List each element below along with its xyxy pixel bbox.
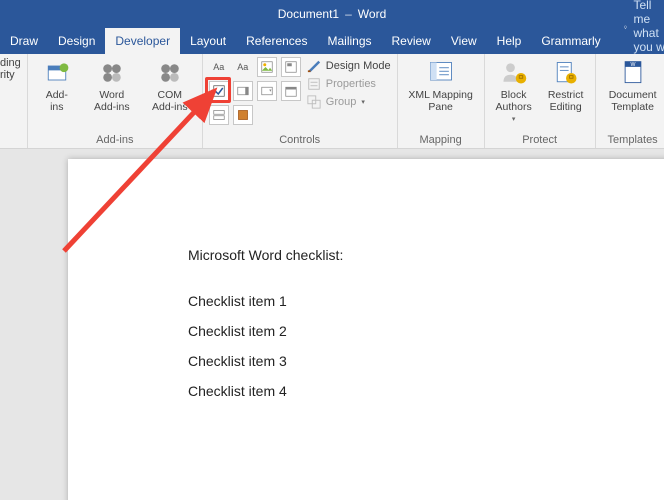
legacy-tools-icon[interactable]: [233, 105, 253, 125]
xml-mapping-label: XML Mapping Pane: [408, 89, 472, 113]
app-name: Word: [358, 7, 386, 21]
document-body[interactable]: Microsoft Word checklist: Checklist item…: [188, 247, 648, 399]
tab-review[interactable]: Review: [382, 28, 441, 54]
com-addins-label: COM Add-ins: [152, 89, 188, 113]
group-protect: Block Authors ▾ Restrict Editing Protect: [485, 54, 596, 148]
tell-me-label: Tell me what you w: [633, 0, 664, 54]
properties-icon: [307, 77, 321, 91]
group-controls-label: Controls: [209, 132, 391, 146]
tab-layout[interactable]: Layout: [180, 28, 236, 54]
repeating-control-icon[interactable]: [209, 105, 229, 125]
ribbon: ding rity Add- ins Word Add-ins COM Add-…: [0, 54, 664, 149]
chevron-down-icon: ▾: [512, 115, 516, 123]
ribbon-tabs: Draw Design Developer Layout References …: [0, 28, 664, 54]
group-addins: Add- ins Word Add-ins COM Add-ins Add-in…: [28, 54, 203, 148]
group-code-partial: ding rity: [0, 54, 28, 148]
group-mapping-label: Mapping: [404, 132, 478, 146]
group-templates-label: Templates: [602, 132, 664, 146]
building-block-control-icon[interactable]: [281, 57, 301, 77]
tab-developer[interactable]: Developer: [105, 28, 180, 54]
com-addins-button[interactable]: COM Add-ins: [144, 57, 196, 113]
group-addins-label: Add-ins: [34, 132, 196, 146]
tab-draw[interactable]: Draw: [0, 28, 48, 54]
list-item[interactable]: Checklist item 3: [188, 353, 648, 369]
svg-text:W: W: [630, 62, 635, 68]
group-controls: Aa Aa Design Mode Properties: [203, 54, 398, 148]
partial-line2: rity: [0, 69, 21, 81]
group-code-label: [0, 132, 21, 146]
list-item[interactable]: Checklist item 4: [188, 383, 648, 399]
group-templates: W Document Template Templates: [596, 54, 664, 148]
tab-grammarly[interactable]: Grammarly: [531, 28, 610, 54]
document-template-label: Document Template: [609, 89, 657, 113]
restrict-editing-button[interactable]: Restrict Editing: [543, 57, 589, 123]
document-template-button[interactable]: W Document Template: [602, 57, 664, 113]
picture-control-icon[interactable]: [257, 57, 277, 77]
addins-label: Add- ins: [46, 89, 68, 113]
tab-design[interactable]: Design: [48, 28, 105, 54]
lightbulb-icon: [623, 19, 628, 33]
xml-mapping-icon: [427, 59, 455, 87]
design-mode-button[interactable]: Design Mode: [307, 59, 391, 73]
properties-label: Properties: [326, 78, 376, 90]
title-separator: –: [345, 7, 352, 21]
group-button[interactable]: Group ▾: [307, 95, 391, 109]
rich-text-control-icon[interactable]: Aa: [209, 57, 229, 77]
group-icon: [307, 95, 321, 109]
doc-name: Document1: [278, 7, 339, 21]
controls-grid: Aa Aa: [209, 57, 301, 125]
document-area[interactable]: Microsoft Word checklist: Checklist item…: [0, 149, 664, 500]
chevron-down-icon: ▾: [361, 98, 365, 106]
word-addins-icon: [98, 59, 126, 87]
word-addins-button[interactable]: Word Add-ins: [86, 57, 138, 113]
addins-icon: [43, 59, 71, 87]
block-authors-label: Block Authors: [496, 89, 532, 113]
restrict-editing-label: Restrict Editing: [548, 89, 584, 113]
tab-view[interactable]: View: [441, 28, 487, 54]
tab-help[interactable]: Help: [487, 28, 532, 54]
properties-button[interactable]: Properties: [307, 77, 391, 91]
restrict-editing-icon: [552, 59, 580, 87]
block-authors-icon: [500, 59, 528, 87]
list-item[interactable]: Checklist item 2: [188, 323, 648, 339]
group-mapping: XML Mapping Pane Mapping: [398, 54, 485, 148]
xml-mapping-button[interactable]: XML Mapping Pane: [404, 57, 478, 113]
dropdown-control-icon[interactable]: [257, 81, 277, 101]
date-picker-control-icon[interactable]: [281, 81, 301, 101]
tell-me[interactable]: Tell me what you w: [615, 0, 664, 54]
addins-button[interactable]: Add- ins: [34, 57, 80, 113]
plain-text-control-icon[interactable]: Aa: [233, 57, 253, 77]
checkbox-control-icon[interactable]: [209, 81, 229, 101]
block-authors-button[interactable]: Block Authors ▾: [491, 57, 537, 123]
title-bar: Document1 – Word: [0, 0, 664, 28]
group-btn-label: Group: [326, 96, 357, 108]
partial-line1: ding: [0, 57, 21, 69]
list-item[interactable]: Checklist item 1: [188, 293, 648, 309]
word-addins-label: Word Add-ins: [94, 89, 130, 113]
tab-mailings[interactable]: Mailings: [317, 28, 381, 54]
page[interactable]: Microsoft Word checklist: Checklist item…: [68, 159, 664, 500]
doc-heading[interactable]: Microsoft Word checklist:: [188, 247, 648, 263]
tab-references[interactable]: References: [236, 28, 317, 54]
document-template-icon: W: [619, 59, 647, 87]
group-protect-label: Protect: [491, 132, 589, 146]
design-mode-label: Design Mode: [326, 60, 391, 72]
com-addins-icon: [156, 59, 184, 87]
combo-box-control-icon[interactable]: [233, 81, 253, 101]
design-mode-icon: [307, 59, 321, 73]
